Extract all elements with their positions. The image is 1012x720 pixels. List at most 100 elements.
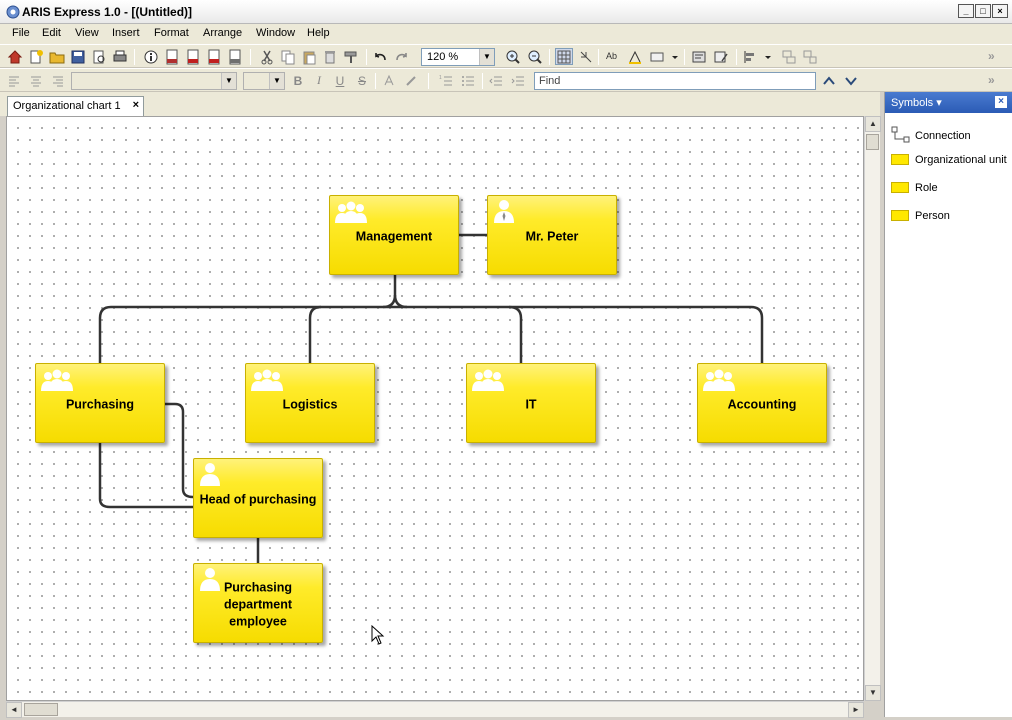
spell-check-icon[interactable]: Ab <box>604 48 622 65</box>
highlight-icon[interactable] <box>402 72 420 89</box>
ungroup-icon[interactable] <box>801 48 819 65</box>
export-pdf-icon[interactable] <box>184 48 202 65</box>
format-toolbar-overflow-icon[interactable]: » <box>988 73 995 87</box>
zoom-in-icon[interactable] <box>504 48 522 65</box>
menu-window[interactable]: Window <box>256 27 295 39</box>
close-tab-icon[interactable]: × <box>133 99 139 111</box>
symbol-organizational-unit[interactable]: Organizational unit <box>889 150 1012 170</box>
save-icon[interactable] <box>69 48 87 65</box>
font-family-select[interactable]: ▼ <box>71 72 237 90</box>
chevron-down-icon[interactable]: ▼ <box>479 49 494 65</box>
horizontal-scrollbar[interactable]: ◄ ► <box>6 701 864 718</box>
redo-icon[interactable] <box>393 48 411 65</box>
indent-icon[interactable] <box>509 72 527 89</box>
role-purchasing-department-employee[interactable]: Purchasing department employee <box>193 563 323 643</box>
org-unit-management[interactable]: Management <box>329 195 459 275</box>
font-color-icon[interactable] <box>626 48 644 65</box>
paste-icon[interactable] <box>300 48 318 65</box>
zoom-out-icon[interactable] <box>526 48 544 65</box>
scroll-down-icon[interactable]: ▼ <box>865 685 881 701</box>
symbol-role[interactable]: Role <box>889 178 1012 198</box>
snap-icon[interactable] <box>577 48 595 65</box>
print-icon[interactable] <box>111 48 129 65</box>
copy-icon[interactable] <box>279 48 297 65</box>
org-unit-logistics[interactable]: Logistics <box>245 363 375 443</box>
undo-icon[interactable] <box>371 48 389 65</box>
org-unit-purchasing[interactable]: Purchasing <box>35 363 165 443</box>
print-preview-icon[interactable] <box>90 48 108 65</box>
window-title: ARIS Express 1.0 - [(Untitled)] <box>22 5 193 19</box>
italic-button[interactable]: I <box>310 72 328 89</box>
chevron-down-icon[interactable]: ▼ <box>269 73 284 89</box>
find-next-icon[interactable] <box>842 72 860 89</box>
tab-organizational-chart-1[interactable]: Organizational chart 1 × <box>7 96 144 116</box>
edit-properties-icon[interactable] <box>712 48 730 65</box>
zoom-value: 120 % <box>427 51 459 63</box>
toolbar-overflow-icon[interactable]: » <box>988 49 995 63</box>
fill-color-dropdown-icon[interactable] <box>670 48 680 65</box>
align-icon[interactable] <box>741 48 759 65</box>
horizontal-scroll-thumb[interactable] <box>24 703 58 716</box>
delete-icon[interactable] <box>321 48 339 65</box>
align-left-icon[interactable] <box>6 72 24 89</box>
main-toolbar: 120 % ▼ Ab » <box>0 44 1012 68</box>
info-icon[interactable] <box>142 48 160 65</box>
zoom-select[interactable]: 120 % ▼ <box>421 48 495 66</box>
role-swatch <box>891 182 909 193</box>
scroll-up-icon[interactable]: ▲ <box>865 116 881 132</box>
close-window-button[interactable]: × <box>992 4 1008 18</box>
find-input[interactable]: Find <box>534 72 816 90</box>
person-mr-peter[interactable]: Mr. Peter <box>487 195 617 275</box>
bullet-list-icon[interactable] <box>459 72 477 89</box>
vertical-scroll-thumb[interactable] <box>866 134 879 150</box>
bold-button[interactable]: B <box>289 72 307 89</box>
fill-color-icon[interactable] <box>648 48 666 65</box>
export-pdf2-icon[interactable] <box>205 48 223 65</box>
align-right-icon[interactable] <box>48 72 66 89</box>
minimize-button[interactable]: _ <box>958 4 974 18</box>
underline-button[interactable]: U <box>331 72 349 89</box>
menu-arrange[interactable]: Arrange <box>203 27 242 39</box>
scroll-right-icon[interactable]: ► <box>848 702 864 718</box>
symbol-person[interactable]: Person <box>889 206 1012 226</box>
menu-edit[interactable]: Edit <box>42 27 61 39</box>
grid-toggle-icon[interactable] <box>555 48 573 65</box>
outdent-icon[interactable] <box>487 72 505 89</box>
aris-app-icon <box>6 5 20 19</box>
org-unit-it[interactable]: IT <box>466 363 596 443</box>
export-rtf-icon[interactable] <box>226 48 244 65</box>
symbols-header[interactable]: Symbols ▾ × <box>885 92 1012 113</box>
menu-insert[interactable]: Insert <box>112 27 140 39</box>
symbol-label: Person <box>915 210 950 222</box>
align-center-icon[interactable] <box>27 72 45 89</box>
find-previous-icon[interactable] <box>820 72 838 89</box>
role-head-of-purchasing[interactable]: Head of purchasing <box>193 458 323 538</box>
symbol-connection[interactable]: Connection <box>889 126 1012 146</box>
menu-format[interactable]: Format <box>154 27 189 39</box>
diagram-canvas[interactable]: Management Mr. Peter Purchasing Logistic… <box>6 116 864 701</box>
close-panel-icon[interactable]: × <box>995 96 1007 108</box>
scroll-left-icon[interactable]: ◄ <box>6 702 22 718</box>
chevron-down-icon[interactable]: ▼ <box>221 73 236 89</box>
export-bmp-icon[interactable] <box>163 48 181 65</box>
group-icon[interactable] <box>780 48 798 65</box>
connection-management-trunk-right <box>393 294 408 309</box>
menu-help[interactable]: Help <box>307 27 330 39</box>
org-unit-accounting[interactable]: Accounting <box>697 363 827 443</box>
font-size-select[interactable]: ▼ <box>243 72 285 90</box>
home-icon[interactable] <box>6 48 24 65</box>
align-dropdown-icon[interactable] <box>763 48 773 65</box>
menu-file[interactable]: File <box>12 27 30 39</box>
new-document-icon[interactable] <box>27 48 45 65</box>
symbols-title[interactable]: Symbols ▾ <box>891 96 942 109</box>
menu-view[interactable]: View <box>75 27 99 39</box>
vertical-scrollbar[interactable]: ▲ ▼ <box>864 116 881 701</box>
text-color-icon[interactable] <box>380 72 398 89</box>
format-painter-icon[interactable] <box>342 48 360 65</box>
open-folder-icon[interactable] <box>48 48 66 65</box>
properties-icon[interactable] <box>690 48 708 65</box>
strikethrough-button[interactable]: S <box>353 72 371 89</box>
cut-icon[interactable] <box>258 48 276 65</box>
numbered-list-icon[interactable]: 1 <box>437 72 455 89</box>
maximize-button[interactable]: □ <box>975 4 991 18</box>
